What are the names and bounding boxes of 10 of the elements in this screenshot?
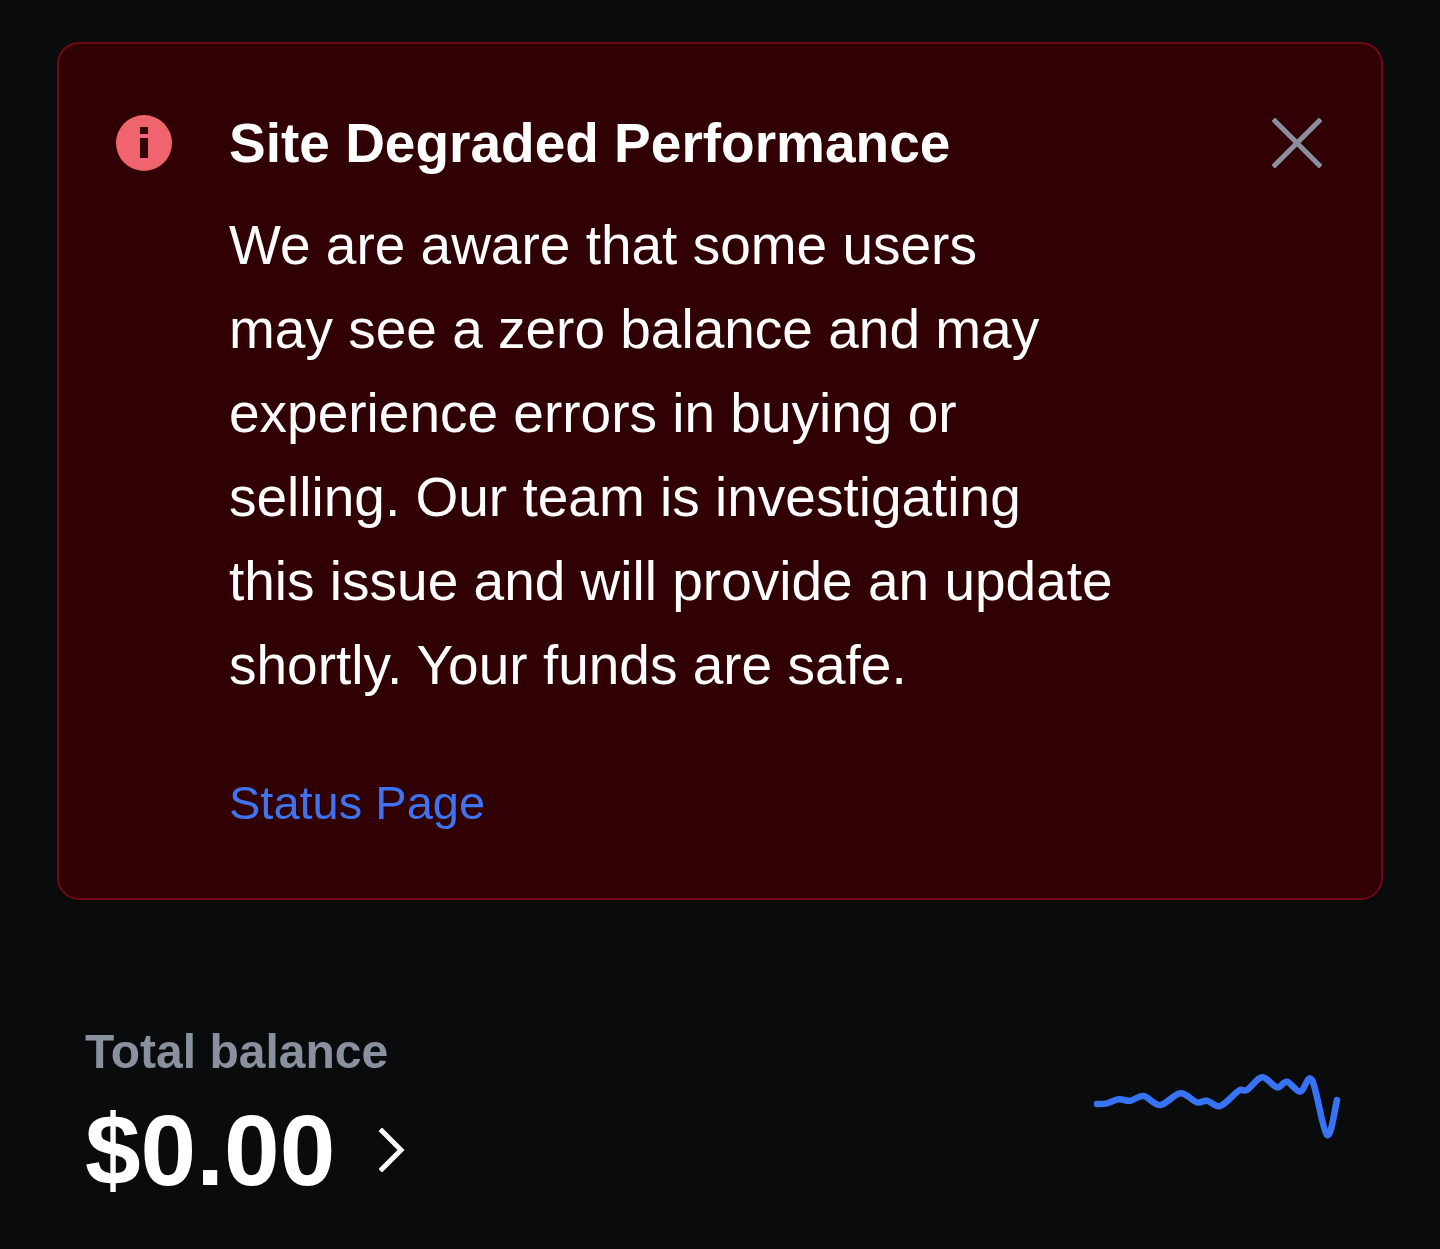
chevron-button[interactable] [379,1128,406,1172]
close-icon [1272,118,1322,168]
chevron-right-icon [379,1128,406,1172]
status-page-link[interactable]: Status Page [229,775,486,831]
alert-title: Site Degraded Performance [229,113,952,173]
close-button[interactable] [1272,118,1322,168]
info-icon [116,115,172,171]
alert-message: We are aware that some users may see a zero balance and may experience errors in buying or selling. Our team is investigating this issue and will provide an update shortly. Your funds are safe. [229,213,1114,698]
balance-label: Total balance [85,1026,390,1078]
balance-amount: $0.00 [85,1100,336,1200]
